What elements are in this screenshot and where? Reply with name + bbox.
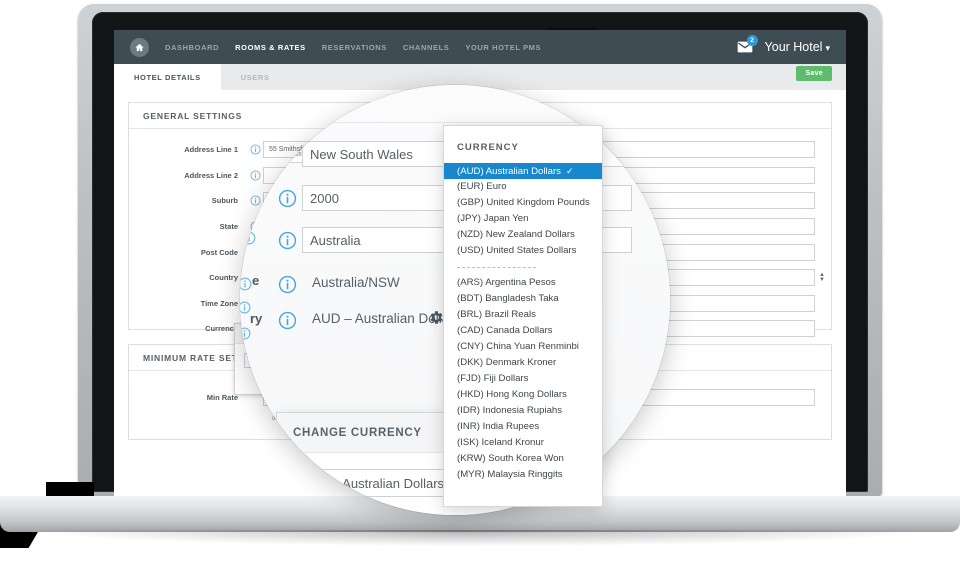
- currency-option-cad[interactable]: (CAD) Canada Dollars: [444, 323, 602, 339]
- info-icon[interactable]: [242, 189, 256, 203]
- chevron-down-icon[interactable]: ▾: [825, 43, 830, 54]
- magnified-value-time-zone: Australia/NSW: [312, 275, 400, 290]
- nav-item-reservations[interactable]: RESERVATIONS: [322, 43, 387, 52]
- currency-option-eur[interactable]: (EUR) Euro: [444, 179, 602, 195]
- account-menu-label[interactable]: Your Hotel: [765, 40, 823, 54]
- currency-option-nzd[interactable]: (NZD) New Zealand Dollars: [444, 227, 602, 243]
- magnified-panel-title-fragment: rd: [332, 99, 345, 111]
- label-min-rate: Min Rate: [206, 393, 238, 403]
- save-button[interactable]: Save: [796, 66, 832, 81]
- main-nav: DASHBOARD ROOMS & RATES RESERVATIONS CHA…: [165, 43, 541, 52]
- info-icon[interactable]: [240, 327, 252, 341]
- label-country: Country: [209, 273, 238, 283]
- currency-option-inr[interactable]: (INR) India Rupees: [444, 419, 602, 435]
- info-icon[interactable]: [242, 147, 256, 161]
- nav-item-dashboard[interactable]: DASHBOARD: [165, 43, 219, 52]
- info-icon[interactable]: [276, 187, 298, 209]
- magnified-label-fragment-time-zone: e: [252, 273, 260, 288]
- currency-option-bdt[interactable]: (BDT) Bangladesh Taka: [444, 291, 602, 307]
- top-navbar: DASHBOARD ROOMS & RATES RESERVATIONS CHA…: [114, 30, 846, 64]
- currency-option-cny[interactable]: (CNY) China Yuan Renminbi: [444, 339, 602, 355]
- select-spinner-icon[interactable]: ▲ ▼: [819, 272, 825, 283]
- background-popup-title: CHAN: [240, 456, 305, 477]
- currency-option-aud[interactable]: (AUD) Australian Dollars ✓: [444, 163, 602, 179]
- currency-option-brl[interactable]: (BRL) Brazil Reals: [444, 307, 602, 323]
- label-time-zone: Time Zone: [200, 298, 238, 308]
- currency-option-label: (AUD) Australian Dollars: [457, 166, 561, 177]
- tab-hotel-details[interactable]: HOTEL DETAILS: [114, 64, 221, 90]
- currency-dropdown-menu: CURRENCY (AUD) Australian Dollars ✓ (EUR)…: [443, 125, 603, 507]
- currency-option-usd[interactable]: (USD) United States Dollars: [444, 243, 602, 259]
- label-address-line-1: Address Line 1: [184, 145, 238, 155]
- nav-item-channels[interactable]: CHANNELS: [403, 43, 449, 52]
- info-icon[interactable]: [276, 229, 298, 251]
- currency-option-ars[interactable]: (ARS) Argentina Pesos: [444, 275, 602, 291]
- label-currency: Currency: [205, 324, 238, 334]
- currency-menu-separator: [444, 259, 602, 275]
- laptop-drop-shadow: [40, 530, 920, 546]
- currency-option-jpy[interactable]: (JPY) Japan Yen: [444, 211, 602, 227]
- info-icon[interactable]: [242, 231, 256, 245]
- background-popup-select[interactable]: AUD – Aus: [240, 486, 296, 501]
- label-post-code: Post Code: [200, 247, 238, 257]
- info-icon[interactable]: [240, 375, 252, 389]
- screenshot-stage: DASHBOARD ROOMS & RATES RESERVATIONS CHA…: [0, 0, 960, 567]
- info-icon[interactable]: [276, 309, 298, 331]
- envelope-icon[interactable]: 2: [737, 35, 758, 54]
- nav-item-your-hotel-pms[interactable]: YOUR HOTEL PMS: [465, 43, 541, 52]
- currency-option-hkd[interactable]: (HKD) Hong Kong Dollars: [444, 387, 602, 403]
- background-change-currency-popup: CHAN AUD – Aus: [240, 455, 306, 515]
- currency-option-gbp[interactable]: (GBP) United Kingdom Pounds: [444, 195, 602, 211]
- currency-option-fjd[interactable]: (FJD) Fiji Dollars: [444, 371, 602, 387]
- label-address-line-2: Address Line 2: [184, 170, 238, 180]
- label-suburb: Suburb: [211, 196, 238, 206]
- mail-badge-count: 2: [746, 35, 758, 46]
- currency-option-krw[interactable]: (KRW) South Korea Won: [444, 451, 602, 467]
- navbar-right: 2 Your Hotel ▾: [737, 35, 830, 54]
- currency-option-myr[interactable]: (MYR) Malaysia Ringgits: [444, 467, 602, 483]
- info-icon[interactable]: [240, 277, 252, 291]
- home-icon[interactable]: [130, 37, 149, 57]
- label-state: State: [219, 222, 238, 232]
- currency-option-isk[interactable]: (ISK) Iceland Kronur: [444, 435, 602, 451]
- magnified-label-fragment-currency: ry: [250, 311, 263, 326]
- currency-menu-title: CURRENCY: [457, 142, 519, 153]
- nav-item-rooms-rates[interactable]: ROOMS & RATES: [235, 43, 306, 52]
- check-icon: ✓: [565, 166, 574, 176]
- magnified-panel-divider: [240, 93, 670, 123]
- currency-option-dkk[interactable]: (DKK) Denmark Kroner: [444, 355, 602, 371]
- currency-option-idr[interactable]: (IDR) Indonesia Rupiahs: [444, 403, 602, 419]
